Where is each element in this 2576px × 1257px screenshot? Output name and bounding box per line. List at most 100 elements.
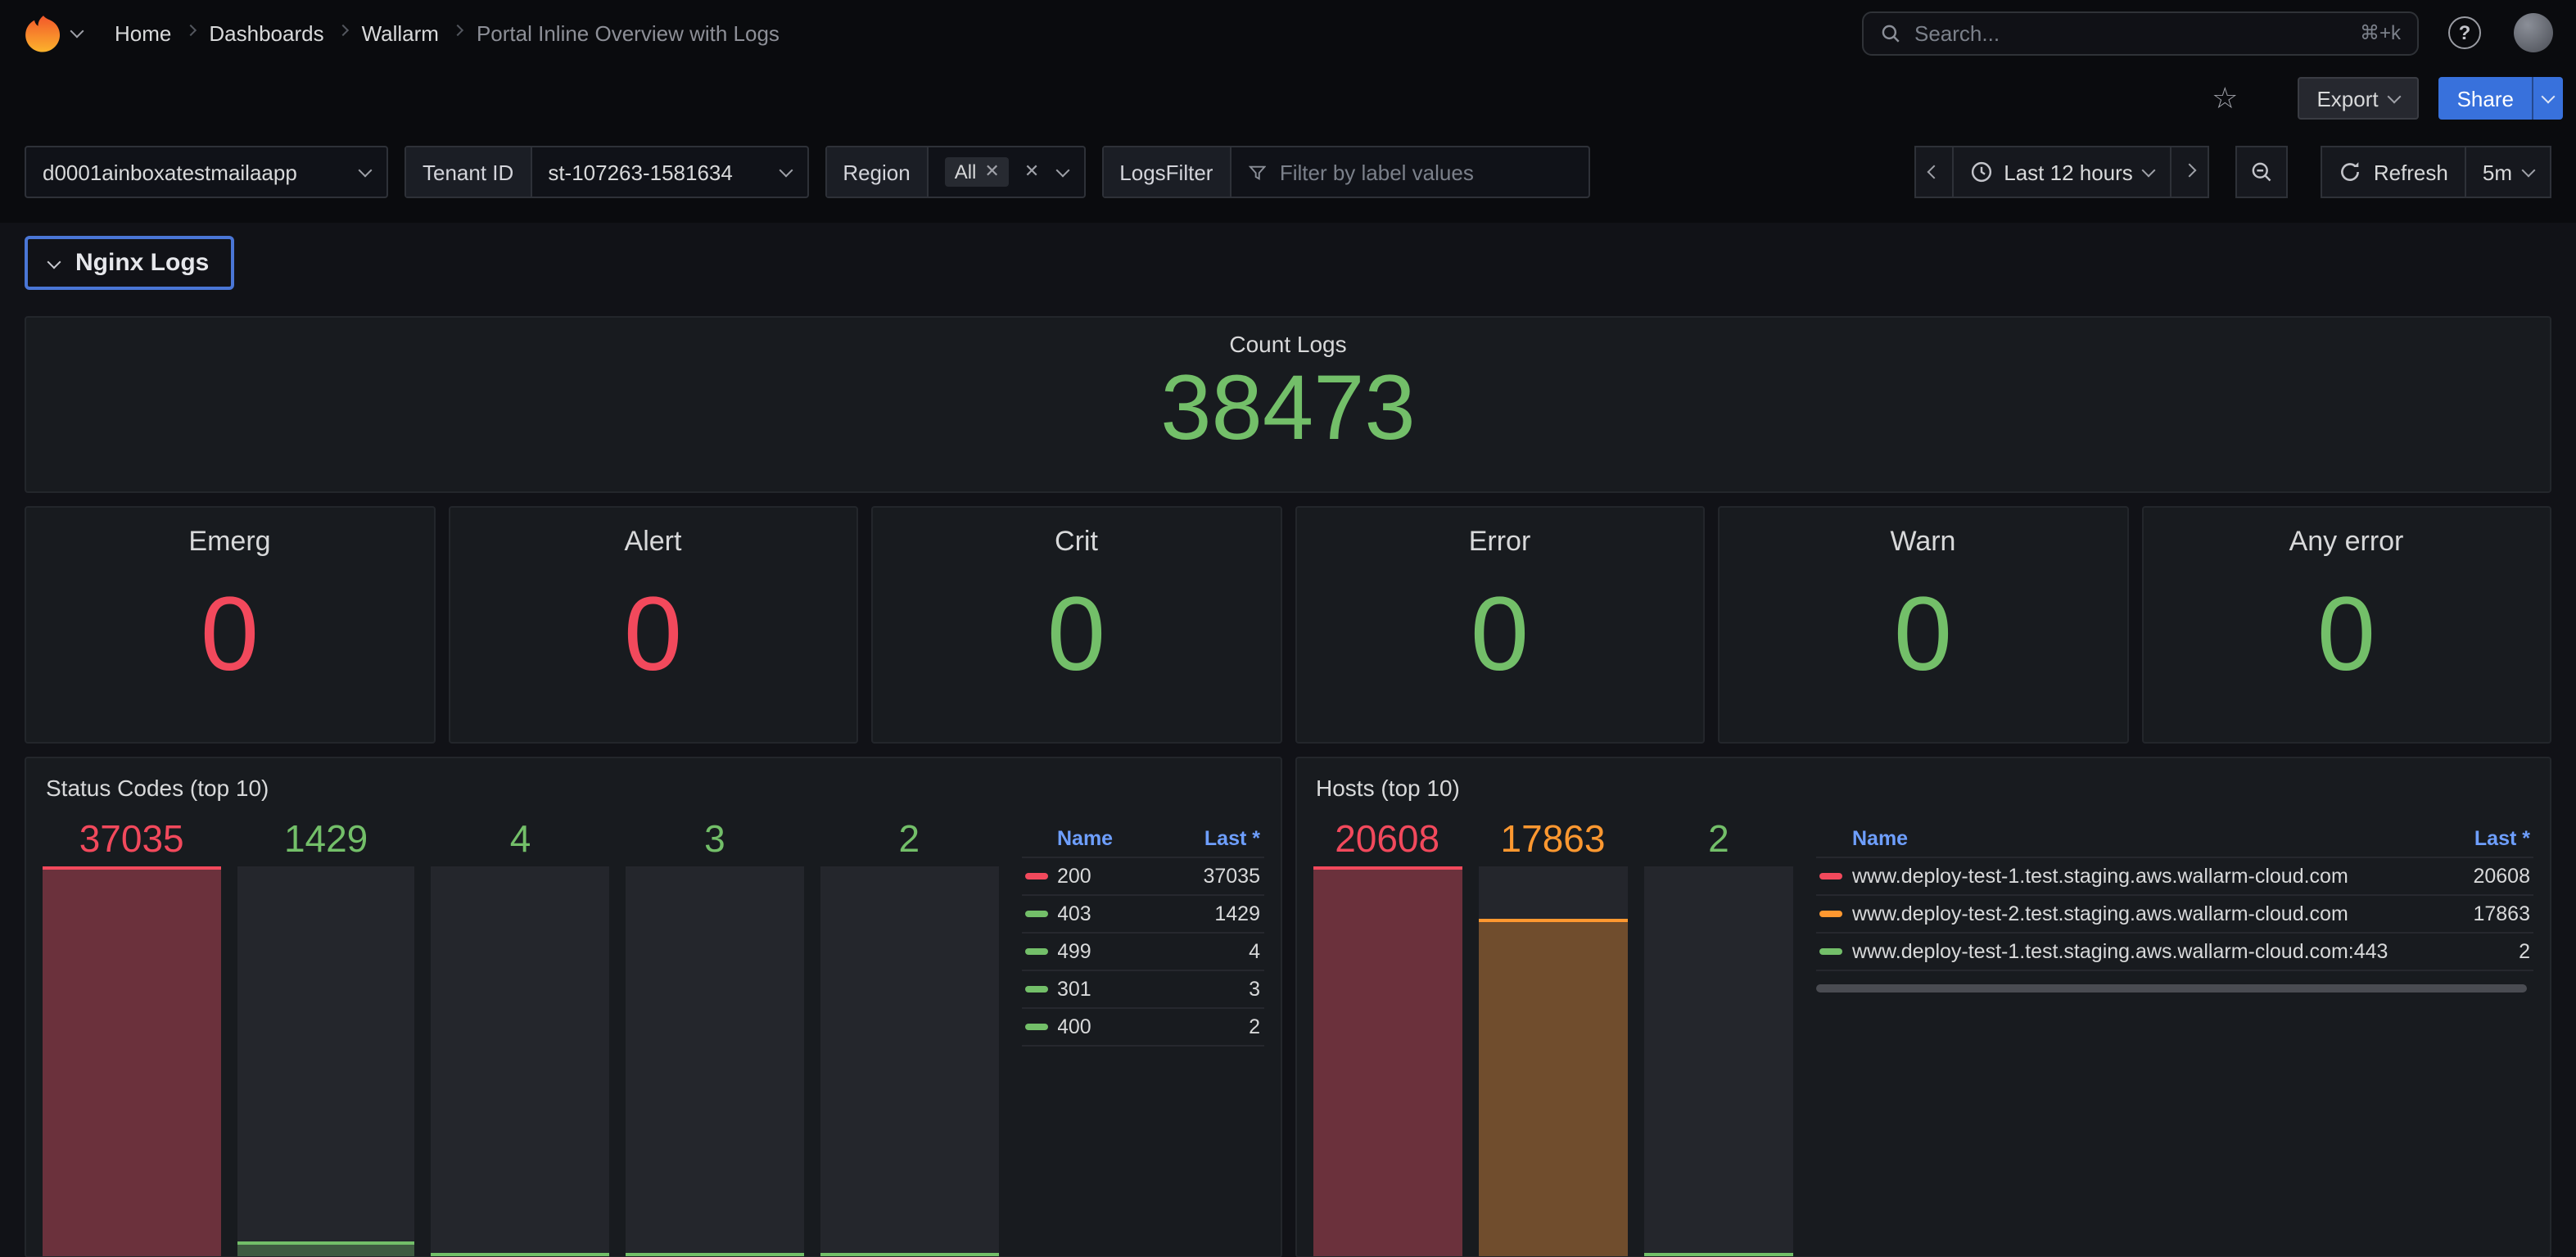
legend-row[interactable]: www.deploy-test-2.test.staging.aws.walla…: [1816, 896, 2533, 934]
chevron-down-icon: [359, 163, 373, 177]
chevron-down-icon: [47, 255, 61, 269]
top-navigation-bar: Home Dashboards Wallarm Portal Inline Ov…: [0, 0, 2576, 66]
stat-panel-any-error: Any error 0: [2141, 506, 2551, 744]
region-variable-dropdown[interactable]: Region All ✕ ✕: [825, 146, 1085, 198]
status-codes-legend: Name Last * 20037035 403 1429 499 4 30134002: [1021, 817, 1263, 1256]
search-input[interactable]: [1914, 20, 2347, 45]
chevron-right-icon: [184, 25, 196, 36]
legend-series-name: www.deploy-test-2.test.staging.aws.walla…: [1852, 902, 2463, 925]
bar-fill: [1644, 1253, 1793, 1256]
breadcrumb-folder[interactable]: Wallarm: [362, 20, 439, 45]
hosts-chart: 20608 17863 2 Name Last * www.deploy-test-…: [1313, 817, 2533, 1256]
stat-panel-title[interactable]: Any error: [2289, 526, 2404, 558]
avatar[interactable]: [2514, 13, 2553, 52]
bar-www.deploy-test-1.test.staging.aws.wallarm-cloud.com: 20608: [1313, 817, 1462, 1256]
legend-last-value: 4: [1249, 940, 1260, 963]
time-shift-back-button[interactable]: [1914, 146, 1953, 198]
refresh-interval-value: 5m: [2483, 160, 2512, 184]
time-range-picker[interactable]: Last 12 hours: [1951, 146, 2172, 198]
zoom-out-time-button[interactable]: [2236, 146, 2289, 198]
help-icon[interactable]: ?: [2448, 16, 2481, 49]
row-toggle-nginx-logs[interactable]: Nginx Logs: [25, 236, 233, 290]
legend-header-last[interactable]: Last *: [2474, 827, 2530, 850]
legend-series-name: www.deploy-test-1.test.staging.aws.walla…: [1852, 865, 2463, 888]
legend-series-name: 403: [1057, 902, 1204, 925]
panel-title[interactable]: Hosts (top 10): [1313, 775, 2533, 801]
series-color-swatch: [1024, 873, 1047, 879]
chevron-left-icon: [1927, 165, 1941, 179]
legend-row[interactable]: www.deploy-test-1.test.staging.aws.walla…: [1816, 858, 2533, 896]
legend-row[interactable]: 403 1429: [1021, 896, 1263, 934]
logsfilter-control[interactable]: LogsFilter: [1101, 146, 1589, 198]
legend-header-name[interactable]: Name: [1852, 827, 1908, 850]
legend-row[interactable]: 499 4: [1021, 934, 1263, 971]
series-color-swatch: [1024, 986, 1047, 992]
bar-value-label: 20608: [1313, 817, 1462, 866]
breadcrumb-home[interactable]: Home: [115, 20, 171, 45]
logsfilter-input-wrapper[interactable]: [1231, 160, 1588, 184]
tenant-variable-dropdown[interactable]: Tenant ID st-107263-1581634: [404, 146, 808, 198]
bar-fill: [432, 1253, 609, 1256]
legend-rows: 20037035 403 1429 499 4 30134002: [1021, 858, 1263, 1047]
status-codes-panel: Status Codes (top 10) 370351429432 Name …: [25, 757, 1281, 1257]
bar-track: [626, 866, 803, 1256]
stat-panels-row: Emerg 0 Alert 0 Crit 0 Error 0 Warn 0 An…: [25, 506, 2551, 744]
stat-panel-title[interactable]: Error: [1469, 526, 1531, 558]
legend-header-last[interactable]: Last *: [1204, 827, 1260, 850]
bar-www.deploy-test-1.test.staging.aws.wallarm-cloud.com:443: 2: [1644, 817, 1793, 1256]
app-variable-dropdown[interactable]: d0001ainboxatestmailaapp: [25, 146, 388, 198]
legend-last-value: 1429: [1214, 902, 1260, 925]
legend-row[interactable]: 4002: [1021, 1009, 1263, 1047]
region-selected-chip[interactable]: All ✕: [945, 157, 1010, 187]
breadcrumb-dashboards[interactable]: Dashboards: [209, 20, 323, 45]
refresh-interval-dropdown[interactable]: 5m: [2465, 146, 2551, 198]
stat-panel-title[interactable]: Warn: [1891, 526, 1956, 558]
chevron-down-icon: [2522, 163, 2536, 177]
chevron-down-icon: [1055, 163, 1069, 177]
panel-title[interactable]: Count Logs: [1229, 331, 1346, 357]
clock-icon: [1969, 161, 1992, 183]
legend-last-value: 2: [2519, 940, 2530, 963]
bar-track: [237, 866, 414, 1256]
legend-row[interactable]: 3013: [1021, 971, 1263, 1009]
count-logs-value: 38473: [1160, 360, 1415, 457]
star-icon[interactable]: ☆: [2212, 84, 2238, 113]
row-title: Nginx Logs: [75, 249, 209, 277]
legend-row[interactable]: www.deploy-test-1.test.staging.aws.walla…: [1816, 934, 2533, 971]
legend-last-value: 17863: [2473, 902, 2530, 925]
legend-last-value: 20608: [2473, 865, 2530, 888]
global-search[interactable]: ⌘+k: [1862, 11, 2419, 55]
remove-chip-icon[interactable]: ✕: [984, 163, 999, 181]
share-menu-button[interactable]: [2532, 77, 2563, 120]
legend-series-name: 200: [1057, 865, 1193, 888]
filter-funnel-icon: [1247, 161, 1266, 183]
series-color-swatch: [1819, 873, 1842, 879]
bar-value-label: 2: [820, 817, 998, 866]
logsfilter-input[interactable]: [1280, 160, 1572, 184]
export-button[interactable]: Export: [2297, 77, 2419, 120]
stat-panel-title[interactable]: Crit: [1055, 526, 1098, 558]
stat-panel-title[interactable]: Alert: [625, 526, 682, 558]
stat-panel-emerg: Emerg 0: [25, 506, 435, 744]
grafana-logo-button[interactable]: [23, 12, 82, 53]
stat-panel-title[interactable]: Emerg: [188, 526, 270, 558]
refresh-button[interactable]: Refresh: [2321, 146, 2466, 198]
count-logs-panel: Count Logs 38473: [25, 316, 2551, 493]
legend-row[interactable]: 20037035: [1021, 858, 1263, 896]
share-button[interactable]: Share: [2439, 77, 2532, 120]
bar-499: 4: [432, 817, 609, 1256]
hosts-panel: Hosts (top 10) 20608 17863 2 Name Last * w…: [1295, 757, 2551, 1257]
time-shift-forward-button[interactable]: [2171, 146, 2210, 198]
legend-series-name: 499: [1057, 940, 1239, 963]
legend-horizontal-scrollbar[interactable]: [1816, 984, 2526, 992]
legend-series-name: www.deploy-test-1.test.staging.aws.walla…: [1852, 940, 2509, 963]
stat-panel-value: 0: [1894, 581, 1952, 686]
clear-selection-icon[interactable]: ✕: [1024, 163, 1039, 181]
panel-title[interactable]: Status Codes (top 10): [43, 775, 1263, 801]
bar-fill: [43, 866, 220, 1256]
legend-series-name: 301: [1057, 978, 1239, 1001]
bar-200: 37035: [43, 817, 220, 1256]
bar-value-label: 2: [1644, 817, 1793, 866]
legend-header-name[interactable]: Name: [1057, 827, 1113, 850]
share-split-button: Share: [2439, 77, 2563, 120]
